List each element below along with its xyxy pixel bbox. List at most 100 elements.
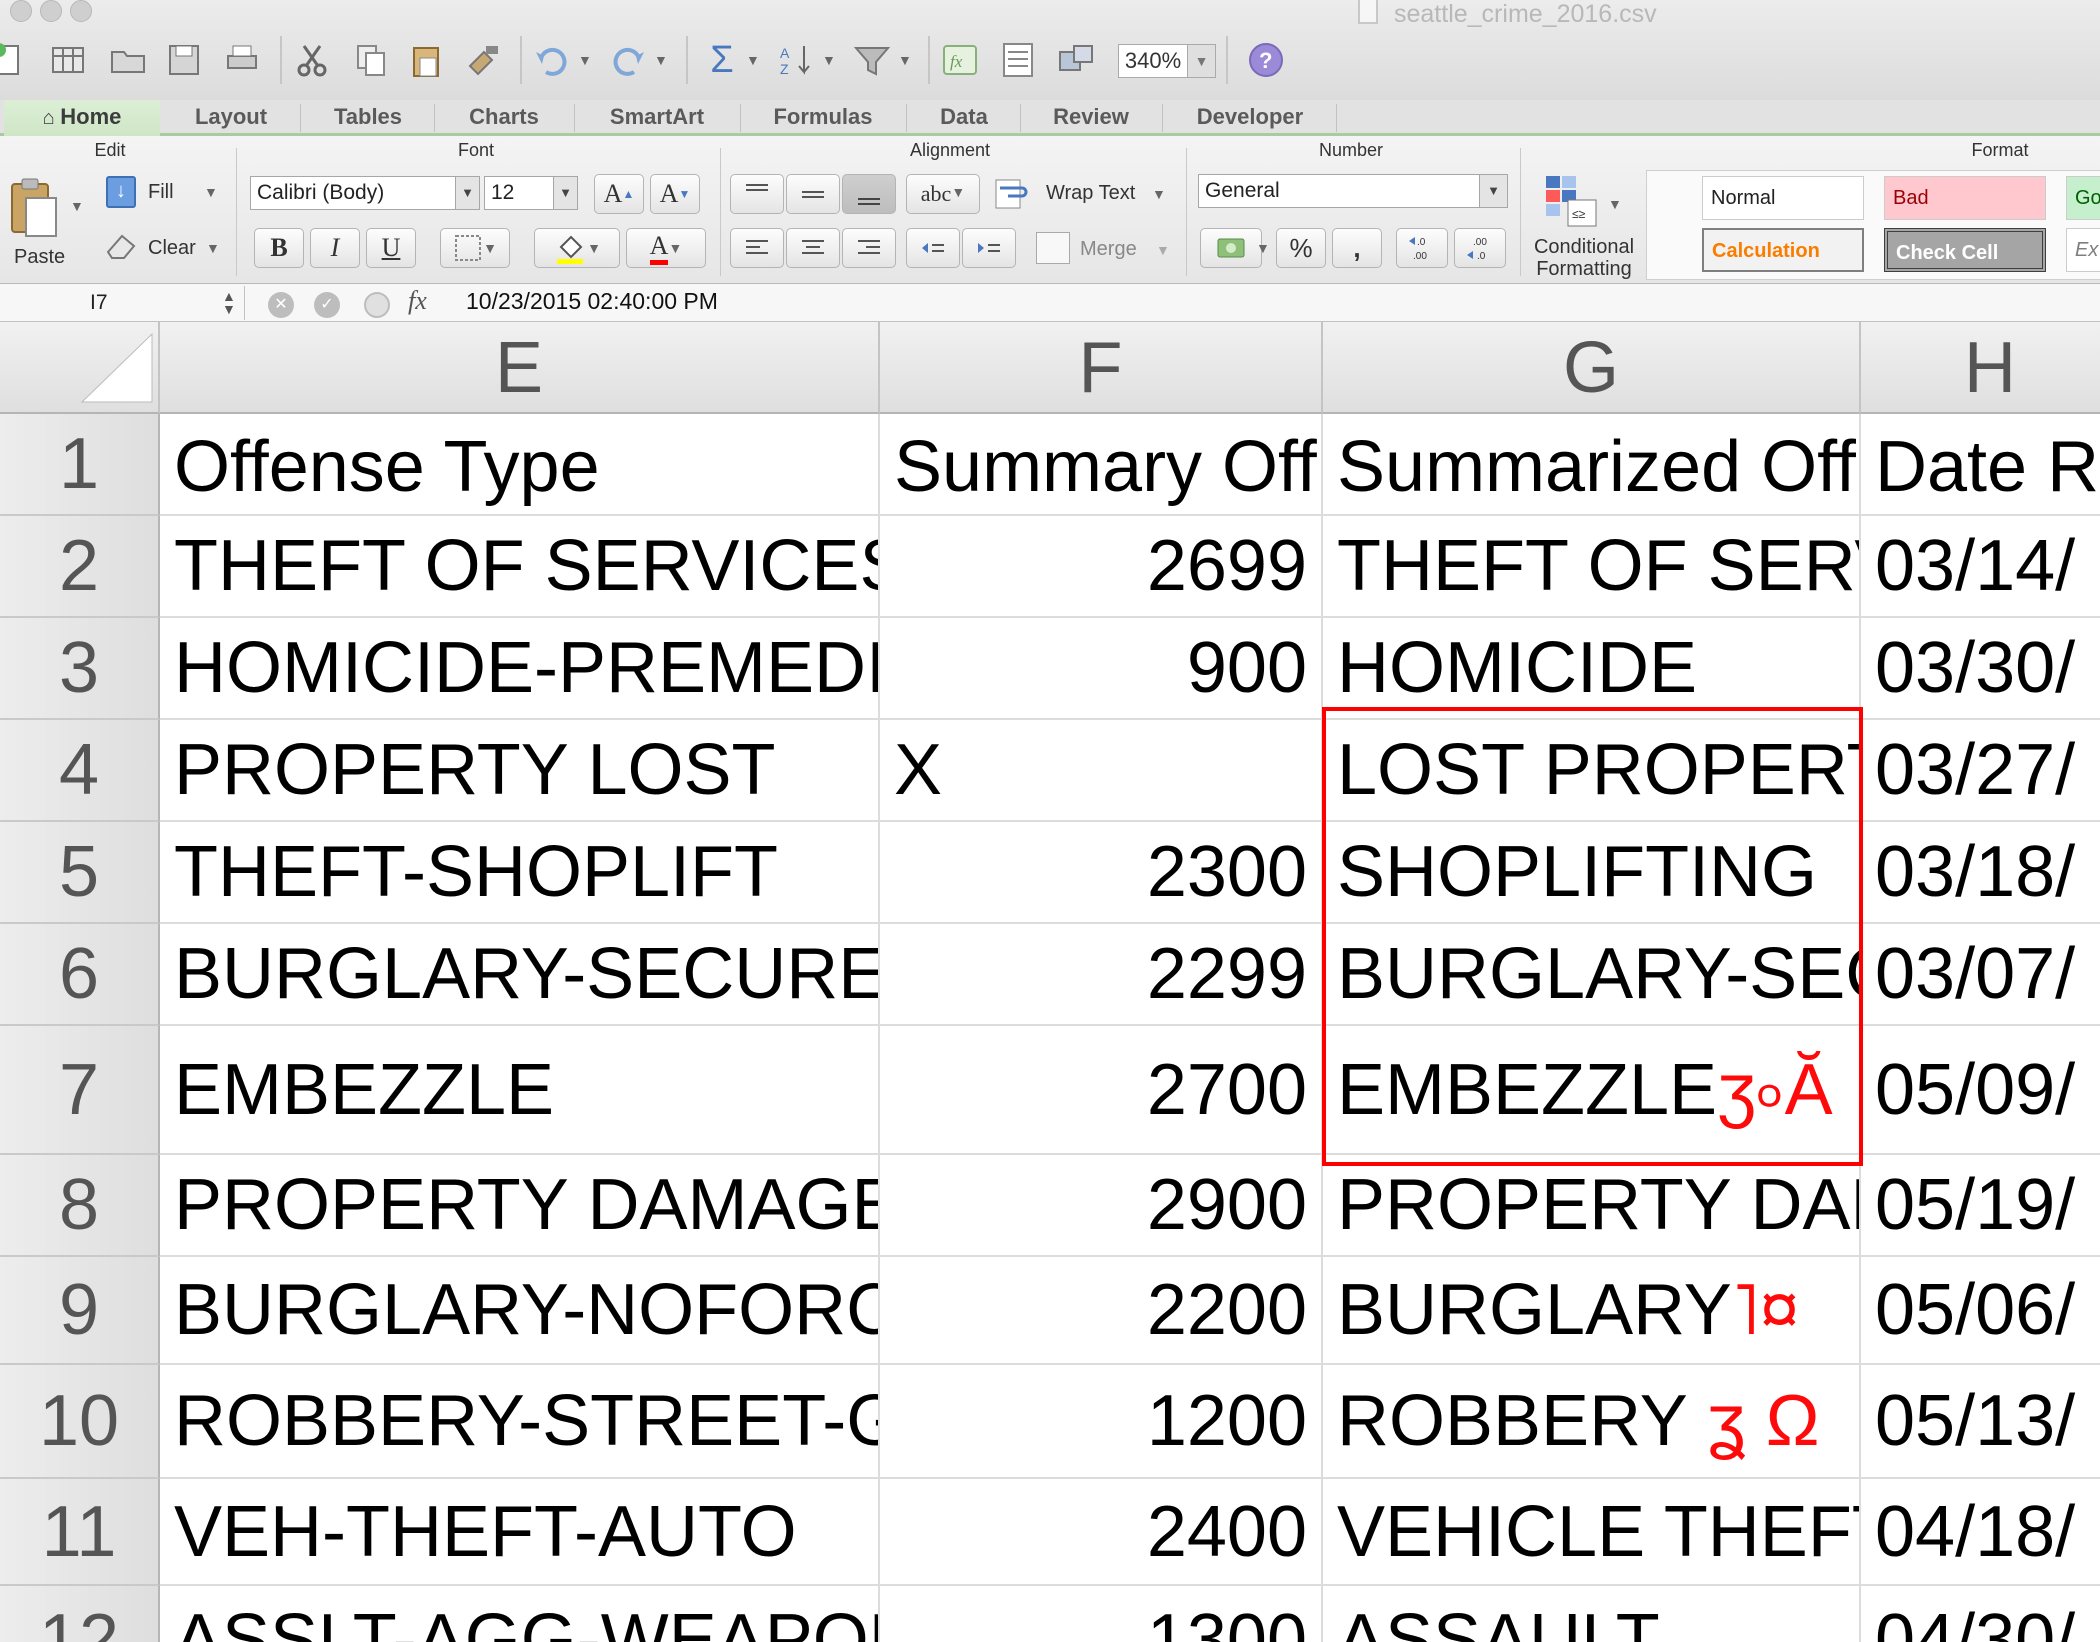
style-explanatory[interactable]: Ex xyxy=(2066,228,2100,272)
orientation-button[interactable]: abc ▼ xyxy=(906,174,980,214)
cell-h12[interactable]: 04/30/ xyxy=(1861,1586,2100,1642)
wrap-text-button[interactable]: Wrap Text xyxy=(1046,182,1135,205)
column-header-f[interactable]: F xyxy=(880,322,1323,414)
cell-f11[interactable]: 2400 xyxy=(880,1479,1323,1586)
column-header-h[interactable]: H xyxy=(1861,322,2100,414)
cell-h11[interactable]: 04/18/ xyxy=(1861,1479,2100,1586)
sort-dropdown-icon[interactable]: ▼ xyxy=(822,52,836,70)
merge-icon[interactable] xyxy=(1036,232,1070,264)
font-name-field[interactable]: Calibri (Body) xyxy=(250,176,456,210)
cell-g6[interactable]: BURGLARY-SECU xyxy=(1323,924,1861,1026)
cell-h3[interactable]: 03/30/ xyxy=(1861,618,2100,720)
cell-f7[interactable]: 2700 xyxy=(880,1026,1323,1155)
autosum-icon[interactable]: Σ xyxy=(700,38,744,82)
name-box[interactable]: I7 xyxy=(0,286,240,320)
tab-developer[interactable]: Developer xyxy=(1164,100,1336,136)
new-document-icon[interactable] xyxy=(0,38,30,82)
cell-g10[interactable]: ROBBERY ʓ Ω xyxy=(1323,1365,1861,1479)
zoom-window-button[interactable] xyxy=(70,0,92,22)
cell-f8[interactable]: 2900 xyxy=(880,1155,1323,1257)
wrap-text-icon[interactable] xyxy=(994,178,1030,210)
tab-formulas[interactable]: Formulas xyxy=(742,100,904,136)
cell-g1[interactable]: Summarized Off xyxy=(1323,414,1861,516)
tab-smartart[interactable]: SmartArt xyxy=(576,100,738,136)
font-color-button[interactable]: A ▼ xyxy=(626,228,706,268)
tab-charts[interactable]: Charts xyxy=(436,100,572,136)
cell-e12[interactable]: ASSLT-AGG-WEAPON xyxy=(160,1586,880,1642)
increase-indent-button[interactable] xyxy=(962,228,1016,268)
row-header[interactable]: 7 xyxy=(0,1026,160,1155)
fill-dropdown-icon[interactable]: ▼ xyxy=(204,184,218,202)
cell-h8[interactable]: 05/19/ xyxy=(1861,1155,2100,1257)
tab-data[interactable]: Data xyxy=(908,100,1020,136)
cell-e10[interactable]: ROBBERY-STREET-GU xyxy=(160,1365,880,1479)
copy-icon[interactable] xyxy=(348,38,392,82)
minimize-window-button[interactable] xyxy=(40,0,62,22)
cell-e5[interactable]: THEFT-SHOPLIFT xyxy=(160,822,880,924)
select-all-corner[interactable] xyxy=(0,322,160,414)
merge-dropdown-icon[interactable]: ▼ xyxy=(1156,242,1170,260)
fill-icon[interactable]: ↓ xyxy=(106,176,136,208)
formula-content[interactable]: 10/23/2015 02:40:00 PM xyxy=(466,288,718,315)
cell-h9[interactable]: 05/06/ xyxy=(1861,1257,2100,1365)
zoom-dropdown-icon[interactable]: ▼ xyxy=(1188,44,1216,78)
style-bad[interactable]: Bad xyxy=(1884,176,2046,220)
print-icon[interactable] xyxy=(220,38,264,82)
borders-button[interactable]: ▼ xyxy=(440,228,510,268)
increase-font-size-button[interactable]: A ▲ xyxy=(594,174,644,214)
cell-g4[interactable]: LOST PROPERTY xyxy=(1323,720,1861,822)
eraser-icon[interactable] xyxy=(104,232,138,260)
cell-g5[interactable]: SHOPLIFTING xyxy=(1323,822,1861,924)
cell-e9[interactable]: BURGLARY-NOFORCE xyxy=(160,1257,880,1365)
increase-decimal-button[interactable]: .0.00 xyxy=(1396,228,1448,268)
cell-h1[interactable]: Date Re xyxy=(1861,414,2100,516)
format-painter-icon[interactable] xyxy=(462,38,506,82)
cell-f6[interactable]: 2299 xyxy=(880,924,1323,1026)
row-header[interactable]: 3 xyxy=(0,618,160,720)
tab-home[interactable]: ⌂ Home xyxy=(4,100,160,136)
cell-h2[interactable]: 03/14/ xyxy=(1861,516,2100,618)
cell-g2[interactable]: THEFT OF SERVI xyxy=(1323,516,1861,618)
row-header[interactable]: 2 xyxy=(0,516,160,618)
redo-dropdown-icon[interactable]: ▼ xyxy=(654,52,668,70)
fill-color-button[interactable]: ▼ xyxy=(534,228,620,268)
column-header-g[interactable]: G xyxy=(1323,322,1861,414)
cell-g11[interactable]: VEHICLE THEFT xyxy=(1323,1479,1861,1586)
style-normal[interactable]: Normal xyxy=(1702,176,1864,220)
row-header[interactable]: 4 xyxy=(0,720,160,822)
align-right-button[interactable] xyxy=(842,228,896,268)
cell-h4[interactable]: 03/27/ xyxy=(1861,720,2100,822)
cell-g9[interactable]: BURGLARY ˥¤ xyxy=(1323,1257,1861,1365)
cell-f9[interactable]: 2200 xyxy=(880,1257,1323,1365)
paste-dropdown-icon[interactable]: ▼ xyxy=(70,198,84,216)
conditional-dropdown-icon[interactable]: ▼ xyxy=(1608,196,1622,214)
cell-f5[interactable]: 2300 xyxy=(880,822,1323,924)
cell-e4[interactable]: PROPERTY LOST xyxy=(160,720,880,822)
cell-e8[interactable]: PROPERTY DAMAGE - xyxy=(160,1155,880,1257)
style-calculation[interactable]: Calculation xyxy=(1702,228,1864,272)
template-gallery-icon[interactable] xyxy=(46,38,90,82)
row-header[interactable]: 8 xyxy=(0,1155,160,1257)
cell-f1[interactable]: Summary Off xyxy=(880,414,1323,516)
insert-function-icon[interactable]: fx xyxy=(938,38,982,82)
row-header[interactable]: 5 xyxy=(0,822,160,924)
accounting-dropdown-icon[interactable]: ▼ xyxy=(1256,240,1270,258)
formula-builder-toggle-icon[interactable] xyxy=(364,292,390,318)
decrease-indent-button[interactable] xyxy=(906,228,960,268)
align-bottom-button[interactable] xyxy=(842,174,896,214)
accounting-format-button[interactable] xyxy=(1200,228,1262,268)
undo-dropdown-icon[interactable]: ▼ xyxy=(578,52,592,70)
cell-f3[interactable]: 900 xyxy=(880,618,1323,720)
number-format-dropdown-icon[interactable]: ▼ xyxy=(1480,174,1508,208)
close-window-button[interactable] xyxy=(10,0,32,22)
cell-e3[interactable]: HOMICIDE-PREMEDIT xyxy=(160,618,880,720)
zoom-field[interactable]: 340% xyxy=(1118,44,1188,78)
filter-icon[interactable] xyxy=(850,38,894,82)
clear-button[interactable]: Clear xyxy=(148,237,196,260)
font-size-field[interactable]: 12 xyxy=(484,176,554,210)
align-left-button[interactable] xyxy=(730,228,784,268)
tab-review[interactable]: Review xyxy=(1022,100,1160,136)
number-format-field[interactable]: General xyxy=(1198,174,1480,208)
conditional-formatting-label-line1[interactable]: Conditional xyxy=(1526,236,1642,259)
row-header[interactable]: 9 xyxy=(0,1257,160,1365)
